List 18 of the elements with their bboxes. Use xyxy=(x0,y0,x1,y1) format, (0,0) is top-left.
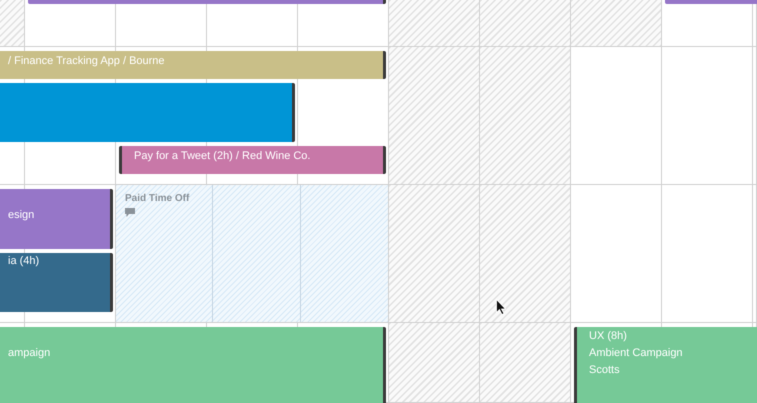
event-bar[interactable]: esign xyxy=(0,189,113,249)
event-bar[interactable]: Pay for a Tweet (2h) / Red Wine Co. xyxy=(119,146,386,174)
event-text: Scotts xyxy=(589,363,621,378)
event-text: Ambient Campaign xyxy=(589,346,684,361)
event-bar[interactable] xyxy=(0,83,295,142)
cursor-icon xyxy=(496,299,506,315)
event-text: ia (4h) xyxy=(8,254,40,269)
event-bar[interactable]: ia (4h) xyxy=(0,253,113,312)
event-text: UX (8h) xyxy=(589,329,628,344)
event-text: / Finance Tracking App / Bourne xyxy=(8,54,166,69)
event-bar[interactable]: / Finance Tracking App / Bourne xyxy=(0,51,386,79)
time-off-label: Paid Time Off xyxy=(125,192,190,205)
event-bar[interactable]: ampaign xyxy=(0,327,386,403)
event-text: ampaign xyxy=(8,346,52,361)
event-text: esign xyxy=(8,208,36,223)
event-bar[interactable]: UX (8h) Ambient Campaign Scotts xyxy=(574,327,757,403)
comment-icon xyxy=(125,208,135,218)
event-text: Pay for a Tweet (2h) / Red Wine Co. xyxy=(134,149,312,164)
